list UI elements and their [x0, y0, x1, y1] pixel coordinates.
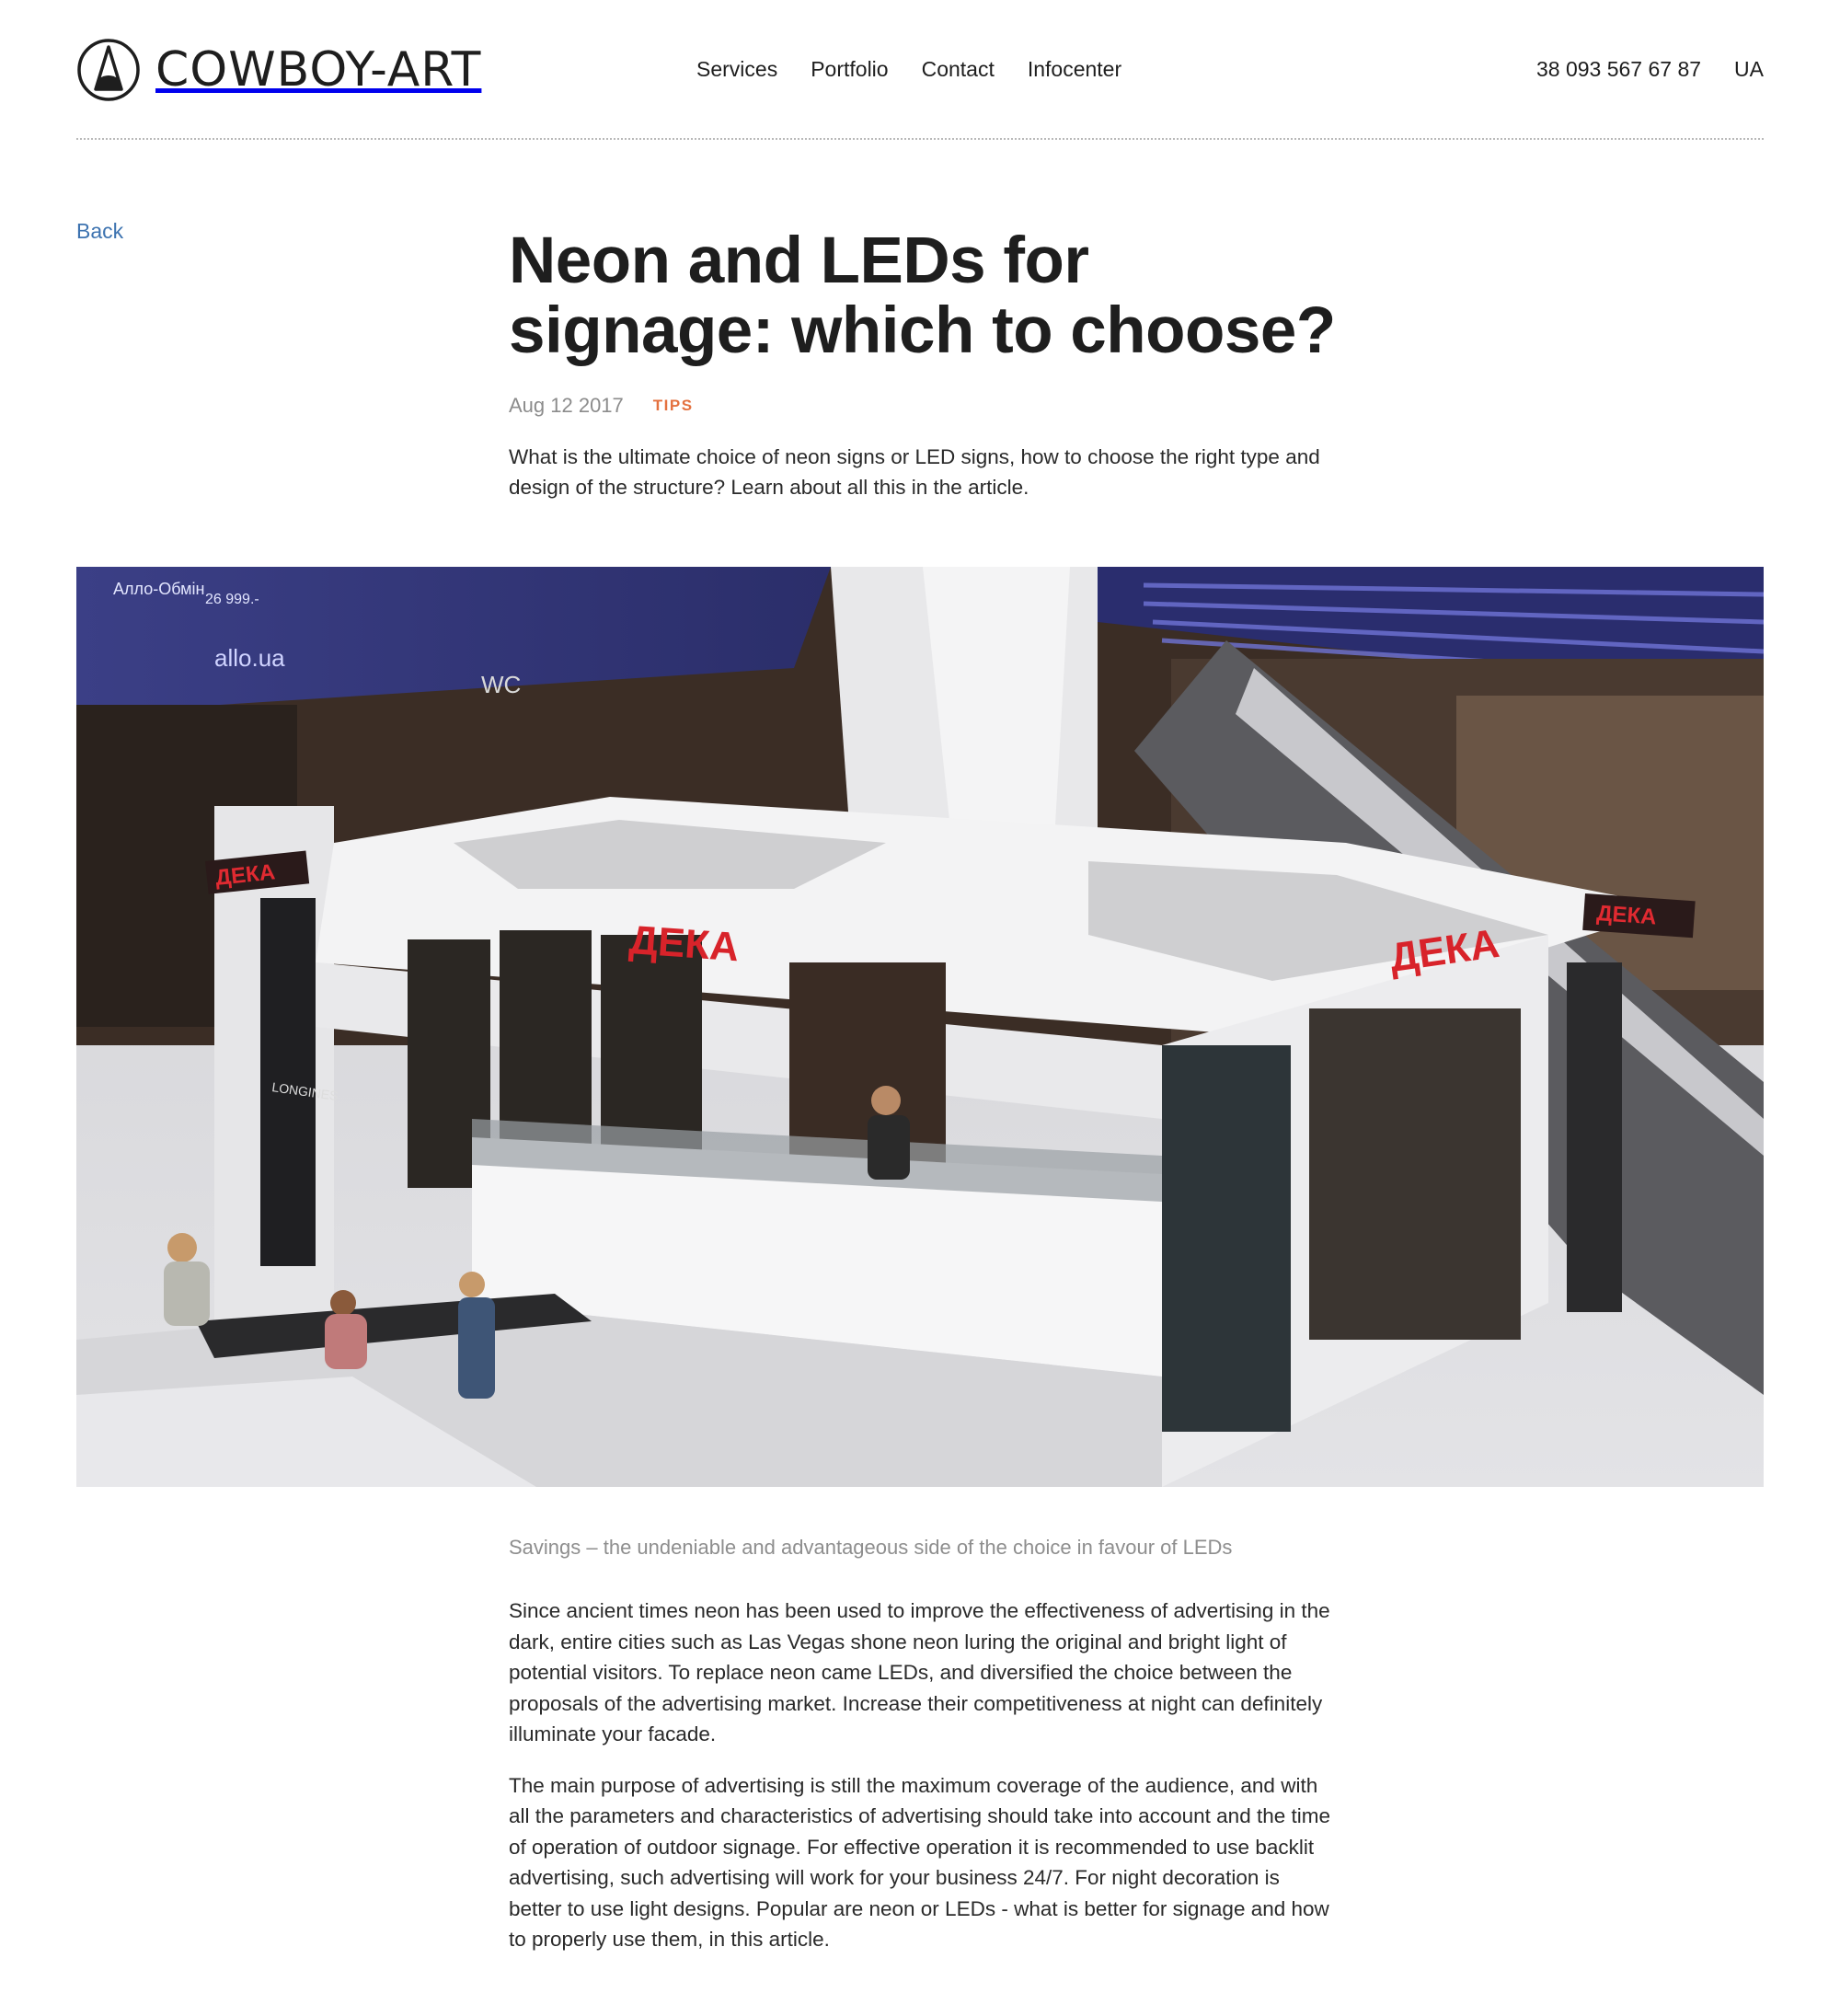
title-line-2: signage: which to choose?	[509, 294, 1336, 367]
svg-text:ДЕКА: ДЕКА	[1596, 901, 1658, 929]
header-contact: 38 093 567 67 87 UA	[1536, 57, 1764, 82]
language-switch[interactable]: UA	[1734, 57, 1764, 82]
pencil-logo-icon	[77, 39, 140, 101]
logo[interactable]: COWBOY-ART	[76, 37, 481, 103]
article-lead: What is the ultimate choice of neon sign…	[509, 445, 1320, 499]
site-header: COWBOY-ART Services Portfolio Contact In…	[76, 37, 1764, 140]
screen-text-2: Алло-Обмін	[113, 580, 204, 598]
article-paragraph-2: The main purpose of advertising is still…	[509, 1773, 1330, 1952]
kiosk-photo-illustration: allo.ua Алло-Обмін 26 999.- WC LONGINES	[76, 567, 1764, 1487]
article-header: Neon and LEDs for signage: which to choo…	[509, 226, 1337, 524]
article-paragraph-1: Since ancient times neon has been used t…	[509, 1599, 1330, 1745]
article-date: Aug 12 2017	[509, 394, 624, 417]
nav-portfolio[interactable]: Portfolio	[811, 57, 888, 82]
phone-number[interactable]: 38 093 567 67 87	[1536, 57, 1701, 82]
article-meta: Aug 12 2017 TIPS	[509, 394, 1337, 418]
nav-services[interactable]: Services	[696, 57, 777, 82]
photo-caption: Savings – the undeniable and advantageou…	[509, 1536, 1233, 1559]
svg-text:ДЕКА: ДЕКА	[627, 917, 740, 970]
screen-text-3: 26 999.-	[205, 592, 259, 607]
article-tag[interactable]: TIPS	[653, 397, 694, 415]
nav-infocenter[interactable]: Infocenter	[1028, 57, 1121, 82]
main-nav: Services Portfolio Contact Infocenter	[696, 57, 1121, 82]
wc-sign: WC	[481, 671, 521, 698]
header-divider	[76, 138, 1764, 140]
nav-contact[interactable]: Contact	[922, 57, 995, 82]
screen-text: allo.ua	[214, 644, 285, 672]
deka-sign-center: ДЕКА	[627, 917, 740, 970]
article-title: Neon and LEDs for signage: which to choo…	[509, 226, 1337, 366]
article-body: Since ancient times neon has been used t…	[509, 1596, 1337, 1976]
title-line-1: Neon and LEDs for	[509, 225, 1089, 297]
back-link[interactable]: Back	[76, 219, 123, 244]
logo-text: COWBOY-ART	[155, 42, 482, 98]
deka-sign-far-right: ДЕКА	[1582, 893, 1696, 939]
hero-photo: allo.ua Алло-Обмін 26 999.- WC LONGINES	[76, 567, 1764, 1487]
